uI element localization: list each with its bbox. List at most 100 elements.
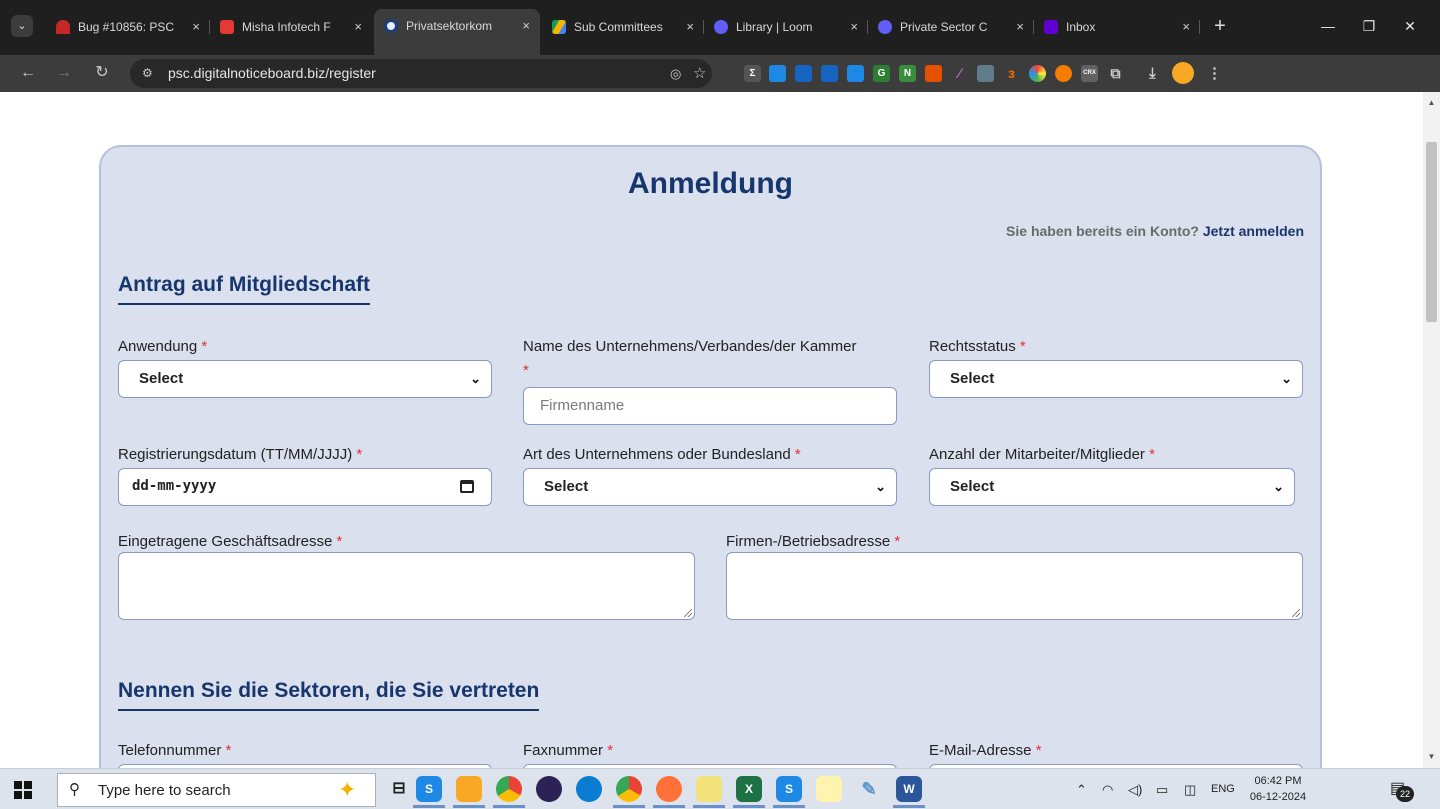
misha-infotech-icon (220, 20, 234, 34)
archive-app-icon[interactable] (693, 776, 725, 808)
file-explorer-icon[interactable] (453, 776, 485, 808)
tab-close-icon[interactable]: × (686, 11, 694, 43)
employee-count-label: Anzahl der Mitarbeiter/Mitglieder * (929, 446, 1155, 463)
taskbar-search-box[interactable]: ⚲ Type here to search ✦ (57, 773, 376, 807)
page-scrollbar[interactable]: ▲ ▼ (1423, 92, 1440, 768)
tab-close-icon[interactable]: × (850, 11, 858, 43)
employee-count-select[interactable]: Select ⌄ (929, 468, 1295, 506)
notification-center-icon[interactable]: ▤22 (1390, 778, 1414, 802)
restore-window-icon[interactable]: ❐ (1354, 12, 1384, 40)
extension-icon[interactable]: N (899, 65, 916, 82)
color-picker-icon[interactable] (1029, 65, 1046, 82)
resize-handle-icon[interactable] (684, 609, 692, 617)
extension-icon[interactable] (769, 65, 786, 82)
task-view-icon[interactable]: ⊟ (386, 776, 412, 802)
tab-close-icon[interactable]: × (1182, 11, 1190, 43)
legal-status-label: Rechtsstatus * (929, 338, 1026, 355)
battery-icon[interactable]: ▭ (1156, 769, 1168, 809)
address-bar[interactable]: ⚙ psc.digitalnoticeboard.biz/register ◎ … (130, 59, 712, 88)
extension-icon[interactable]: ᴈ (1003, 65, 1020, 82)
registration-date-label: Registrierungsdatum (TT/MM/JJJJ) * (118, 446, 363, 463)
business-address-textarea[interactable] (726, 552, 1303, 620)
edge-icon[interactable] (576, 776, 602, 802)
sparkle-icon[interactable]: ✦ (338, 777, 356, 803)
site-info-icon[interactable]: ⚙ (142, 59, 153, 88)
windows-start-icon[interactable] (14, 781, 32, 799)
required-mark: * (523, 362, 529, 379)
excel-icon[interactable]: X (733, 776, 765, 808)
taskbar-clock[interactable]: 06:42 PM 06-12-2024 (1248, 773, 1308, 805)
scrollbar-thumb[interactable] (1426, 142, 1437, 322)
tab-sub-committees[interactable]: Sub Committees × (542, 11, 704, 43)
application-select[interactable]: Select ⌄ (118, 360, 492, 398)
new-tab-button[interactable]: + (1208, 11, 1232, 43)
chrome-profile-icon[interactable] (613, 776, 645, 808)
sigma-extension-icon[interactable]: Σ (744, 65, 761, 82)
tab-label: Privatsektorkom (406, 19, 493, 33)
extension-icon[interactable] (1055, 65, 1072, 82)
tab-close-icon[interactable]: × (522, 9, 530, 43)
windows-taskbar: ⚲ Type here to search ✦ ⊟ S X S ✎ W ⌃ ◠ … (0, 768, 1440, 809)
resize-handle-icon[interactable] (1292, 609, 1300, 617)
firefox-icon[interactable] (653, 776, 685, 808)
tab-close-icon[interactable]: × (354, 11, 362, 43)
extension-icon[interactable] (847, 65, 864, 82)
screen-capture-icon[interactable] (795, 65, 812, 82)
minimize-window-icon[interactable]: — (1313, 12, 1343, 40)
scroll-up-icon[interactable]: ▲ (1423, 98, 1440, 107)
chevron-down-icon: ⌄ (1273, 479, 1284, 494)
scroll-down-icon[interactable]: ▼ (1423, 752, 1440, 761)
pen-extension-icon[interactable]: ⁄ (951, 65, 968, 82)
tab-label: Misha Infotech F (242, 20, 331, 34)
tab-label: Library | Loom (736, 20, 813, 34)
tab-close-icon[interactable]: × (192, 11, 200, 43)
extension-icon[interactable] (925, 65, 942, 82)
menu-kebab-icon[interactable]: ⋮ (1206, 65, 1223, 82)
login-link[interactable]: Jetzt anmelden (1203, 223, 1304, 239)
crx-extension-icon[interactable]: CRX (1081, 65, 1098, 82)
bookmark-star-icon[interactable]: ☆ (693, 59, 706, 88)
back-icon[interactable]: ← (14, 59, 42, 87)
tab-close-icon[interactable]: × (1016, 11, 1024, 43)
paint-icon[interactable]: ✎ (856, 776, 882, 802)
required-mark: * (1149, 446, 1155, 463)
volume-icon[interactable]: ◁) (1128, 769, 1142, 809)
window-extension-icon[interactable] (821, 65, 838, 82)
tray-expand-icon[interactable]: ⌃ (1076, 769, 1087, 809)
language-indicator[interactable]: ENG (1211, 769, 1235, 809)
tab-library-loom[interactable]: Library | Loom × (704, 11, 868, 43)
meet-now-icon[interactable]: ◫ (1184, 769, 1196, 809)
registered-address-textarea[interactable] (118, 552, 695, 620)
calendar-icon[interactable] (460, 480, 474, 493)
tab-misha-infotech[interactable]: Misha Infotech F × (210, 11, 372, 43)
tab-search-button[interactable]: ⌄ (11, 15, 33, 37)
psc-site-icon (384, 19, 398, 33)
registration-date-input[interactable]: dd-mm-yyyy (118, 468, 492, 506)
tab-privatsektorkom[interactable]: Privatsektorkom × (374, 9, 540, 55)
word-icon[interactable]: W (893, 776, 925, 808)
tab-label: Bug #10856: PSC (78, 20, 175, 34)
url-text[interactable]: psc.digitalnoticeboard.biz/register (168, 59, 376, 88)
eclipse-icon[interactable] (536, 776, 562, 802)
skype-icon[interactable]: S (773, 776, 805, 808)
wifi-icon[interactable]: ◠ (1102, 769, 1113, 809)
required-mark: * (794, 446, 801, 463)
reload-icon[interactable]: ↻ (88, 59, 116, 87)
profile-avatar[interactable] (1172, 62, 1194, 84)
chrome-icon[interactable] (493, 776, 525, 808)
company-name-input[interactable]: Firmenname (523, 387, 897, 425)
close-window-icon[interactable]: ✕ (1395, 12, 1425, 40)
notepad-icon[interactable] (816, 776, 842, 802)
grammarly-icon[interactable]: G (873, 65, 890, 82)
download-icon[interactable]: ⤓ (1144, 65, 1161, 82)
eye-off-icon[interactable]: ◎ (670, 59, 681, 88)
cursor-extension-icon[interactable] (977, 65, 994, 82)
extensions-puzzle-icon[interactable]: ⧉ (1107, 65, 1124, 82)
forward-icon[interactable]: → (50, 59, 78, 87)
skype-icon[interactable]: S (413, 776, 445, 808)
company-type-select[interactable]: Select ⌄ (523, 468, 897, 506)
tab-bug-psc[interactable]: Bug #10856: PSC × (46, 11, 210, 43)
tab-inbox[interactable]: Inbox × (1034, 11, 1200, 43)
legal-status-select[interactable]: Select ⌄ (929, 360, 1303, 398)
tab-private-sector[interactable]: Private Sector C × (868, 11, 1034, 43)
